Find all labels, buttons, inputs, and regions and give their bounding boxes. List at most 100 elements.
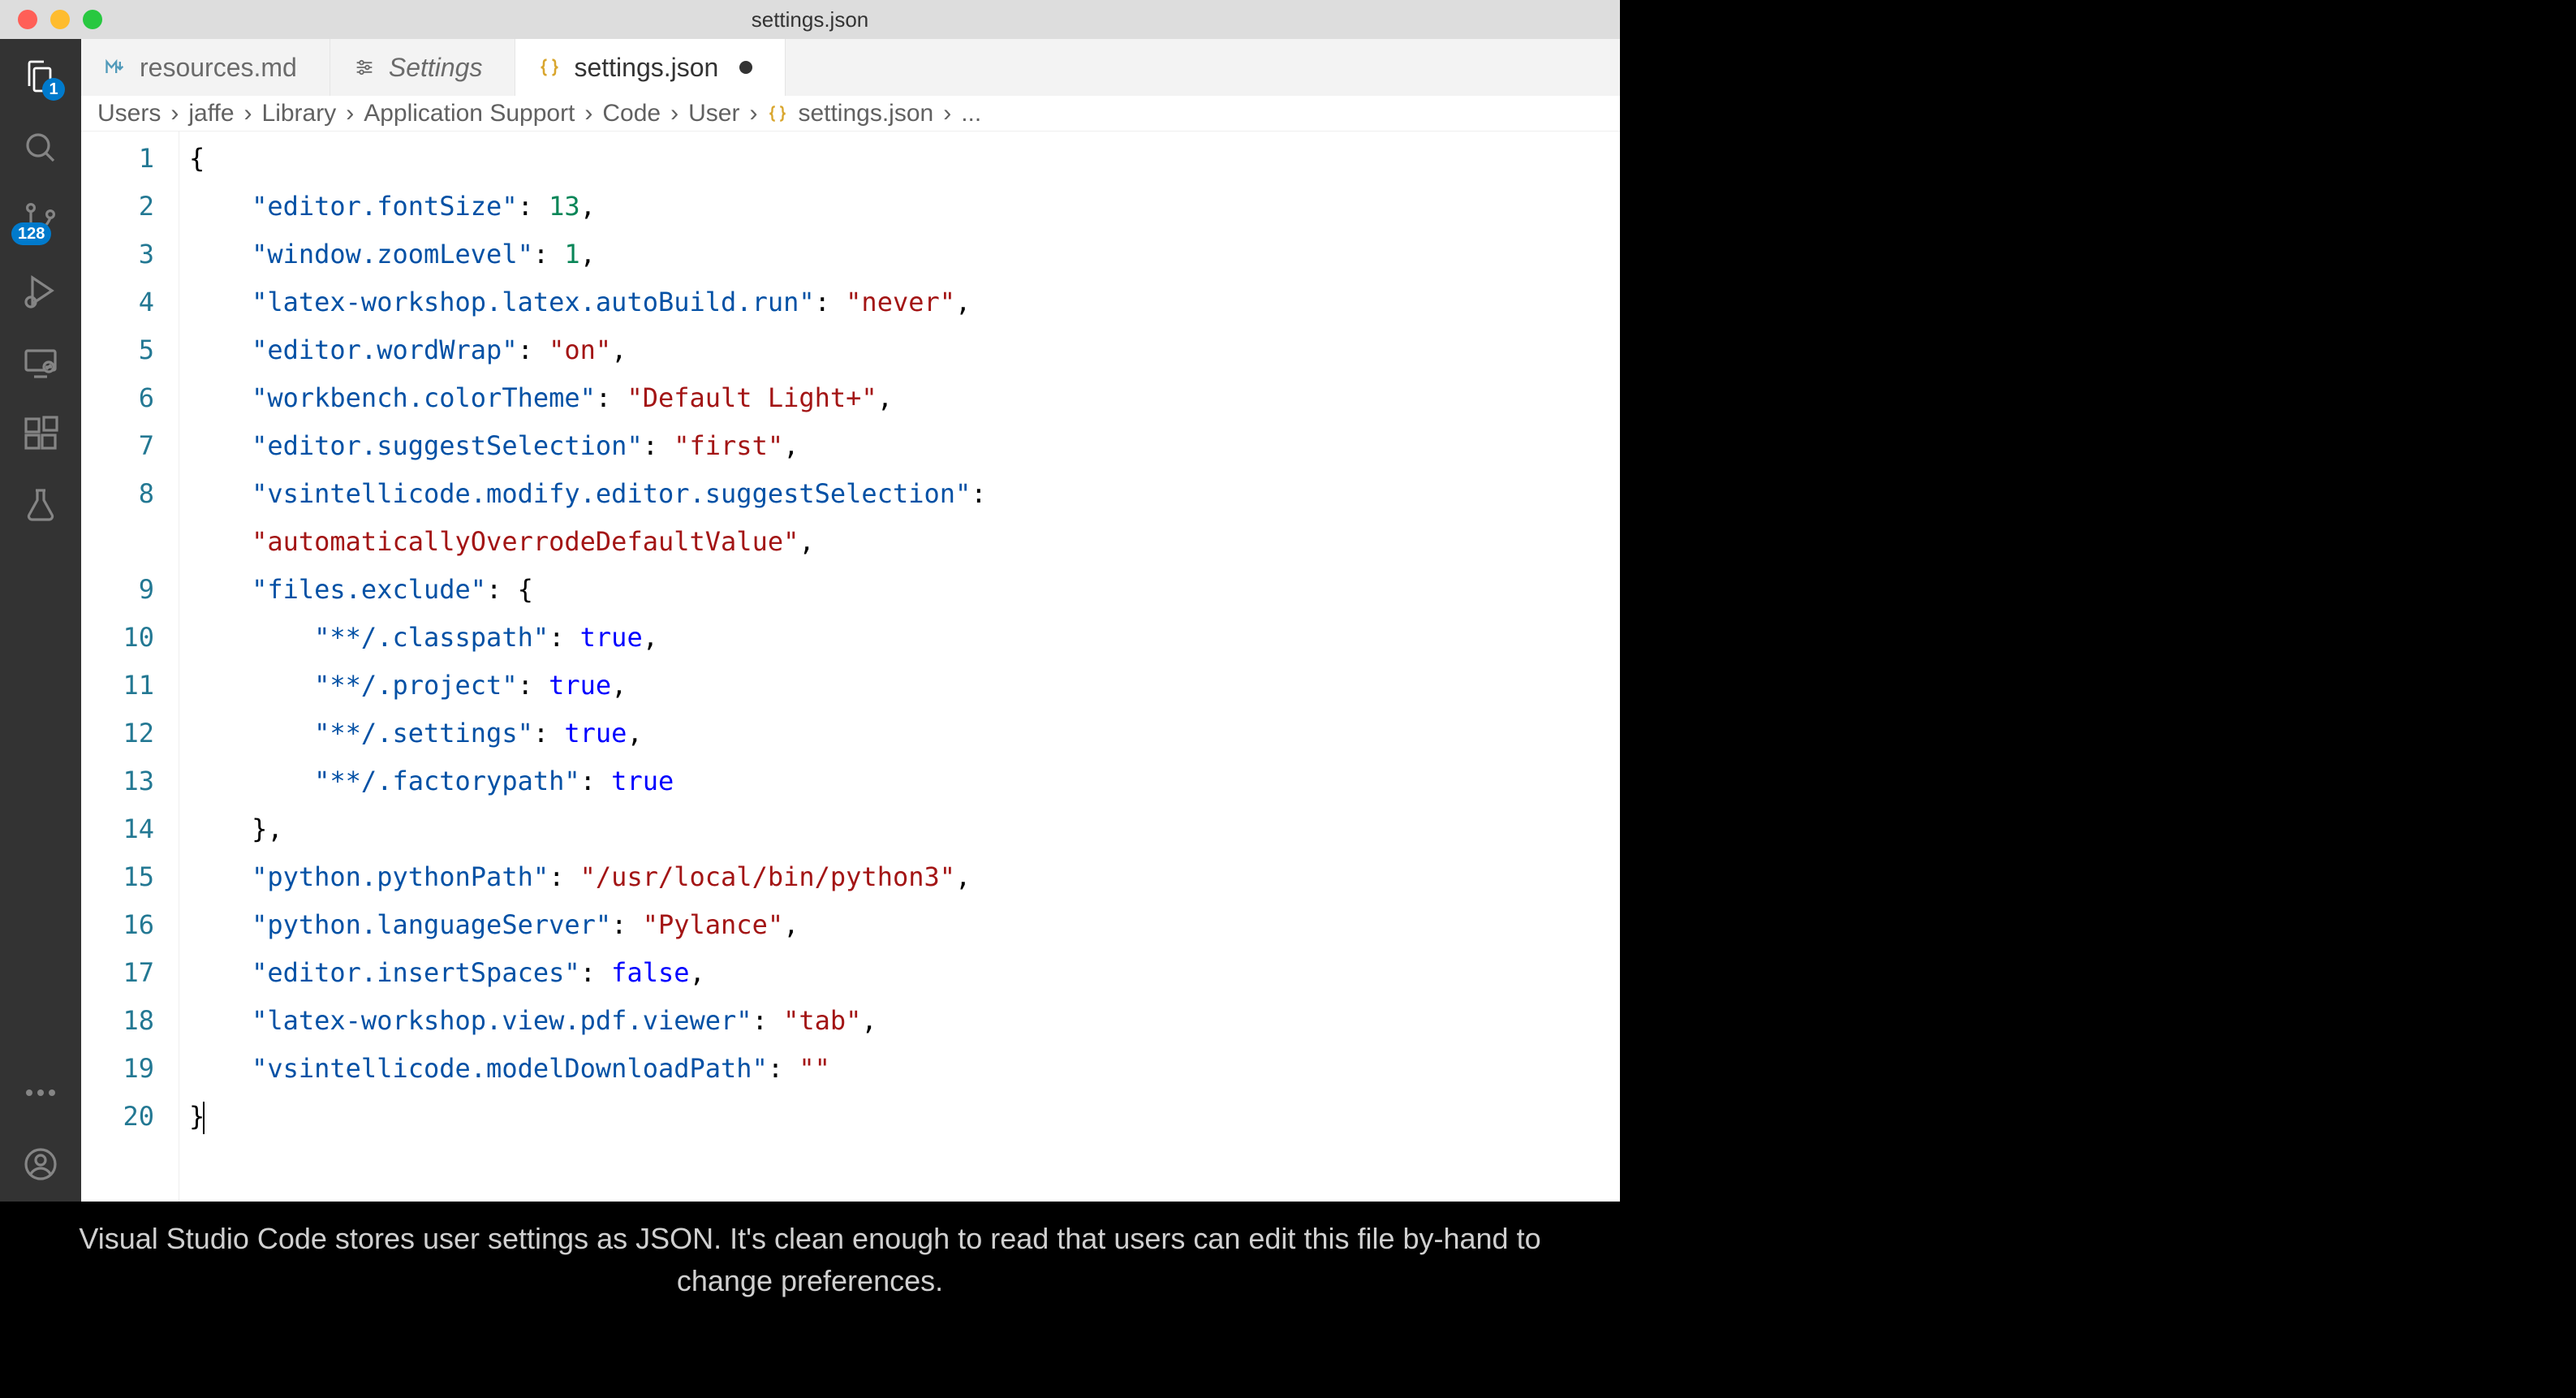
tab-settings[interactable]: Settings — [330, 39, 516, 96]
code-line[interactable]: "**/.factorypath": true — [179, 757, 1620, 805]
activity-run-debug[interactable] — [19, 270, 62, 312]
code-line[interactable]: "workbench.colorTheme": "Default Light+"… — [179, 374, 1620, 422]
token-punct: , — [690, 957, 705, 988]
token-punct: , — [783, 909, 799, 940]
token-punct: : { — [486, 574, 533, 605]
code-line[interactable]: "vsintellicode.modify.editor.suggestSele… — [179, 470, 1620, 518]
breadcrumb-file[interactable]: settings.json — [798, 100, 933, 127]
token-key: "editor.suggestSelection" — [252, 430, 643, 461]
activity-accounts[interactable] — [19, 1143, 62, 1185]
editor-area: resources.mdSettings settings.json Users ›… — [81, 39, 1620, 1202]
code-line[interactable]: "**/.project": true, — [179, 662, 1620, 710]
line-number: 16 — [81, 901, 154, 949]
token-key: "vsintellicode.modelDownloadPath" — [252, 1053, 768, 1084]
chevron-right-icon: › — [670, 100, 678, 127]
activity-more[interactable] — [19, 1072, 62, 1114]
breadcrumb-segment[interactable]: Library — [262, 100, 337, 127]
token-key: "**/.project" — [314, 670, 517, 701]
code-line[interactable]: "**/.classpath": true, — [179, 614, 1620, 662]
token-punct: : — [518, 670, 549, 701]
json-icon — [767, 103, 788, 124]
token-punct: , — [643, 622, 658, 653]
figure-caption: Visual Studio Code stores user settings … — [0, 1218, 1620, 1302]
token-punct: : — [549, 861, 580, 892]
token-key: "window.zoomLevel" — [252, 239, 533, 270]
code-line[interactable]: "editor.wordWrap": "on", — [179, 326, 1620, 374]
line-number: 10 — [81, 614, 154, 662]
token-punct: , — [580, 191, 596, 222]
token-punct: : — [549, 622, 580, 653]
line-number: 11 — [81, 662, 154, 710]
code-line[interactable]: } — [179, 1093, 1620, 1141]
tab-label: settings.json — [574, 53, 718, 83]
token-bool: true — [580, 622, 643, 653]
line-number: 19 — [81, 1045, 154, 1093]
token-key: "latex-workshop.latex.autoBuild.run" — [252, 287, 815, 317]
token-punct: : — [596, 382, 627, 413]
activity-testing[interactable] — [19, 484, 62, 526]
activity-extensions[interactable] — [19, 412, 62, 455]
code-line[interactable]: "automaticallyOverrodeDefaultValue", — [179, 518, 1620, 566]
explorer-badge: 1 — [42, 78, 65, 101]
token-str: "Default Light+" — [627, 382, 877, 413]
line-number: 9 — [81, 566, 154, 614]
code-line[interactable]: }, — [179, 805, 1620, 853]
token-punct: , — [861, 1005, 877, 1036]
token-key: "editor.wordWrap" — [252, 334, 518, 365]
token-punct: : — [518, 191, 549, 222]
code-line[interactable]: "window.zoomLevel": 1, — [179, 231, 1620, 278]
code-line[interactable]: "**/.settings": true, — [179, 710, 1620, 757]
tab-settings-json[interactable]: settings.json — [515, 39, 786, 96]
activity-source-control[interactable]: 128 — [19, 198, 62, 240]
breadcrumb-segment[interactable]: User — [688, 100, 739, 127]
markdown-icon — [104, 56, 127, 79]
token-punct: : — [533, 718, 565, 749]
chevron-right-icon: › — [244, 100, 252, 127]
token-str: "first" — [674, 430, 783, 461]
activity-remote[interactable] — [19, 341, 62, 383]
window-close-button[interactable] — [18, 10, 37, 29]
window-minimize-button[interactable] — [50, 10, 70, 29]
activity-explorer[interactable]: 1 — [19, 55, 62, 97]
token-punct: : — [971, 478, 1002, 509]
breadcrumb-trailing[interactable]: ... — [961, 100, 981, 127]
code-line[interactable]: "editor.fontSize": 13, — [179, 183, 1620, 231]
code-line[interactable]: "python.pythonPath": "/usr/local/bin/pyt… — [179, 853, 1620, 901]
code-line[interactable]: "files.exclude": { — [179, 566, 1620, 614]
window-maximize-button[interactable] — [83, 10, 102, 29]
token-punct: , — [580, 239, 596, 270]
vscode-window: settings.json 1 128 — [0, 0, 1620, 1202]
breadcrumb-segment[interactable]: Application Support — [364, 100, 575, 127]
code-line[interactable]: "vsintellicode.modelDownloadPath": "" — [179, 1045, 1620, 1093]
token-key: "**/.classpath" — [314, 622, 549, 653]
token-bool: true — [549, 670, 611, 701]
token-bool: false — [611, 957, 689, 988]
token-punct: , — [783, 430, 799, 461]
chevron-right-icon: › — [749, 100, 757, 127]
breadcrumb-segment[interactable]: Users — [97, 100, 161, 127]
code-line[interactable]: "latex-workshop.latex.autoBuild.run": "n… — [179, 278, 1620, 326]
code-line[interactable]: "latex-workshop.view.pdf.viewer": "tab", — [179, 997, 1620, 1045]
code-line[interactable]: "python.languageServer": "Pylance", — [179, 901, 1620, 949]
breadcrumbs[interactable]: Users › jaffe › Library › Application Support ›… — [81, 96, 1620, 132]
text-cursor — [203, 1102, 205, 1134]
activity-search[interactable] — [19, 127, 62, 169]
token-punct: }, — [252, 813, 283, 844]
code-line[interactable]: { — [179, 135, 1620, 183]
token-punct: , — [627, 718, 642, 749]
code-line[interactable]: "editor.suggestSelection": "first", — [179, 422, 1620, 470]
token-key: "workbench.colorTheme" — [252, 382, 596, 413]
code-content[interactable]: { "editor.fontSize": 13, "window.zoomLev… — [179, 132, 1620, 1202]
token-punct: : — [752, 1005, 784, 1036]
breadcrumb-segment[interactable]: jaffe — [188, 100, 234, 127]
token-num: 1 — [564, 239, 579, 270]
breadcrumb-segment[interactable]: Code — [602, 100, 661, 127]
token-str: "/usr/local/bin/python3" — [580, 861, 955, 892]
token-key: "files.exclude" — [252, 574, 486, 605]
tab-resources-md[interactable]: resources.md — [81, 39, 330, 96]
line-number: 4 — [81, 278, 154, 326]
token-bool: true — [564, 718, 627, 749]
chevron-right-icon: › — [170, 100, 179, 127]
editor-body[interactable]: 12345678.91011121314151617181920 { "edit… — [81, 132, 1620, 1202]
code-line[interactable]: "editor.insertSpaces": false, — [179, 949, 1620, 997]
